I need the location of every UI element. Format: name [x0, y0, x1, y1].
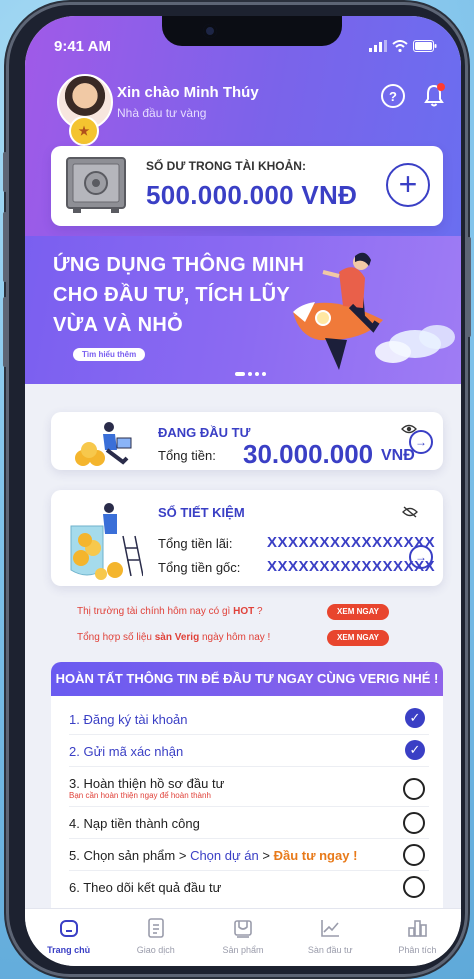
market-hot-highlight: HOT [233, 606, 255, 617]
step5-part: 5. Chọn sản phẩm > [69, 848, 191, 863]
check-empty-icon[interactable] [403, 844, 425, 866]
product-icon [234, 920, 252, 938]
market-hot-prefix: Thị trường tài chính hôm nay có gì [77, 606, 234, 617]
task-label: 4. Nạp tiền thành công [69, 816, 200, 831]
help-icon[interactable]: ? [381, 84, 405, 108]
onboarding-panel: HOÀN TẤT THÔNG TIN ĐỂ ĐẦU TƯ NGAY CÙNG V… [51, 662, 443, 912]
market-hot-text: Thị trường tài chính hôm nay có gì HOT ? [77, 606, 263, 617]
analysis-icon [408, 920, 428, 937]
banner-line-2: CHO ĐẦU TƯ, TÍCH LŨY [53, 284, 291, 306]
status-time: 9:41 AM [54, 38, 111, 55]
investing-card[interactable]: ĐANG ĐẦU TƯ Tổng tiền: 30.000.000 VNĐ → [51, 412, 443, 470]
notification-bell-icon[interactable] [423, 82, 445, 108]
market-summary-suffix: ngày hôm nay ! [199, 632, 271, 643]
tab-label: Trang chủ [47, 945, 91, 955]
savings-card[interactable]: SỔ TIẾT KIỆM Tổng tiền lãi: Tổng tiền gố… [51, 490, 443, 586]
step5-part: > [258, 848, 274, 863]
tab-transactions[interactable]: Giao dịch [112, 909, 199, 966]
tab-label: Sàn đầu tư [307, 945, 353, 955]
investing-currency: VNĐ [381, 447, 415, 464]
add-funds-button[interactable]: + [386, 163, 430, 207]
tab-home[interactable]: Trang chủ [25, 909, 112, 966]
task-row[interactable]: 5. Chọn sản phẩm > Chọn dự án > Đầu tư n… [69, 842, 429, 871]
check-done-icon: ✓ [405, 740, 425, 760]
savings-arrow-icon[interactable]: → [409, 545, 433, 569]
rocket-illustration [293, 252, 455, 370]
task-label: 3. Hoàn thiện hồ sơ đầu tư [69, 776, 225, 791]
task-label: 1. Đăng ký tài khoản [69, 712, 188, 727]
savings-illustration [70, 503, 143, 580]
home-icon [59, 920, 78, 937]
mute-switch [3, 152, 7, 192]
transaction-icon [147, 918, 164, 938]
check-empty-icon[interactable] [403, 812, 425, 834]
balance-value: 500.000.000 VNĐ [146, 180, 358, 210]
task-row[interactable]: 6. Theo dõi kết quả đầu tư [69, 874, 429, 902]
greeting-text: Xin chào Minh Thúy [117, 84, 259, 101]
task-hint: Bạn cần hoàn thiện ngay để hoàn thành [69, 791, 211, 800]
medal-icon: ★ [69, 116, 99, 146]
market-summary-prefix: Tổng hợp số liệu [77, 632, 155, 643]
check-empty-icon[interactable] [403, 876, 425, 898]
camera [203, 24, 217, 38]
task-label: 2. Gửi mã xác nhận [69, 744, 184, 759]
market-summary-highlight: sàn Verig [154, 632, 200, 643]
app-screen: 9:41 AM ★ Xin chào Minh Thúy Nhà đầu tư … [25, 16, 461, 966]
chart-icon [321, 920, 340, 937]
carousel-dots[interactable] [235, 372, 266, 376]
task-label: 6. Theo dõi kết quả đầu tư [69, 880, 222, 895]
signal-icon [369, 40, 387, 52]
carousel-dot[interactable] [255, 372, 259, 376]
task-row[interactable]: 2. Gửi mã xác nhận ✓ [69, 738, 429, 767]
investing-total-label: Tổng tiền: [158, 448, 216, 463]
tab-analysis[interactable]: Phân tích [374, 909, 461, 966]
carousel-dot[interactable] [248, 372, 252, 376]
investing-amount: 30.000.000 [243, 439, 374, 469]
status-icons [369, 40, 437, 52]
balance-label: SỐ DƯ TRONG TÀI KHOẢN: [146, 159, 306, 173]
eye-slash-icon[interactable] [401, 506, 419, 518]
tab-exchange[interactable]: Sàn đầu tư [287, 909, 374, 966]
view-hot-button[interactable]: XEM NGAY [327, 604, 389, 620]
tab-label: Sản phẩm [222, 945, 264, 955]
battery-icon [413, 40, 437, 52]
view-summary-button[interactable]: XEM NGAY [327, 630, 389, 646]
banner-line-3: VỪA VÀ NHỎ [53, 314, 183, 336]
step5-project-link[interactable]: Chọn dự án [190, 848, 259, 863]
savings-title: SỔ TIẾT KIỆM [158, 505, 245, 520]
phone-frame: 9:41 AM ★ Xin chào Minh Thúy Nhà đầu tư … [3, 2, 471, 977]
volume-down-button [3, 297, 7, 367]
task-row[interactable]: 4. Nạp tiền thành công [69, 810, 429, 839]
carousel-dot[interactable] [235, 372, 245, 376]
market-summary-text: Tổng hợp số liệu sàn Verig ngày hôm nay … [77, 632, 270, 643]
safe-icon [66, 157, 126, 213]
savings-principal-label: Tổng tiền gốc: [158, 560, 241, 575]
task-label: 5. Chọn sản phẩm > Chọn dự án > Đầu tư n… [69, 848, 357, 863]
onboarding-header: HOÀN TẤT THÔNG TIN ĐỂ ĐẦU TƯ NGAY CÙNG V… [51, 662, 443, 696]
wifi-icon [392, 40, 408, 52]
market-hot-suffix: ? [254, 606, 263, 617]
tab-label: Giao dịch [136, 945, 175, 955]
bottom-tab-bar: Trang chủ Giao dịch Sản phẩm Sàn đầu tư … [25, 908, 461, 966]
check-empty-icon[interactable] [403, 778, 425, 800]
user-role: Nhà đầu tư vàng [117, 106, 207, 120]
step5-invest-link[interactable]: Đầu tư ngay ! [274, 848, 358, 863]
savings-interest-label: Tổng tiền lãi: [158, 536, 233, 551]
tab-products[interactable]: Sản phẩm [199, 909, 286, 966]
tab-label: Phân tích [398, 945, 437, 955]
power-button [467, 237, 471, 337]
investor-illustration [75, 422, 132, 466]
learn-more-button[interactable]: Tìm hiểu thêm [73, 348, 146, 361]
savings-interest-value: XXXXXXXXXXXXXXXX [267, 534, 436, 551]
task-row[interactable]: 3. Hoàn thiện hồ sơ đầu tư Bạn cần hoàn … [69, 770, 429, 807]
task-row[interactable]: 1. Đăng ký tài khoản ✓ [69, 706, 429, 735]
check-done-icon: ✓ [405, 708, 425, 728]
investing-arrow-icon[interactable]: → [409, 430, 433, 454]
balance-card: SỐ DƯ TRONG TÀI KHOẢN: 500.000.000 VNĐ + [51, 146, 443, 226]
notch [162, 16, 342, 46]
volume-up-button [3, 212, 7, 282]
investing-title: ĐANG ĐẦU TƯ [158, 425, 251, 440]
